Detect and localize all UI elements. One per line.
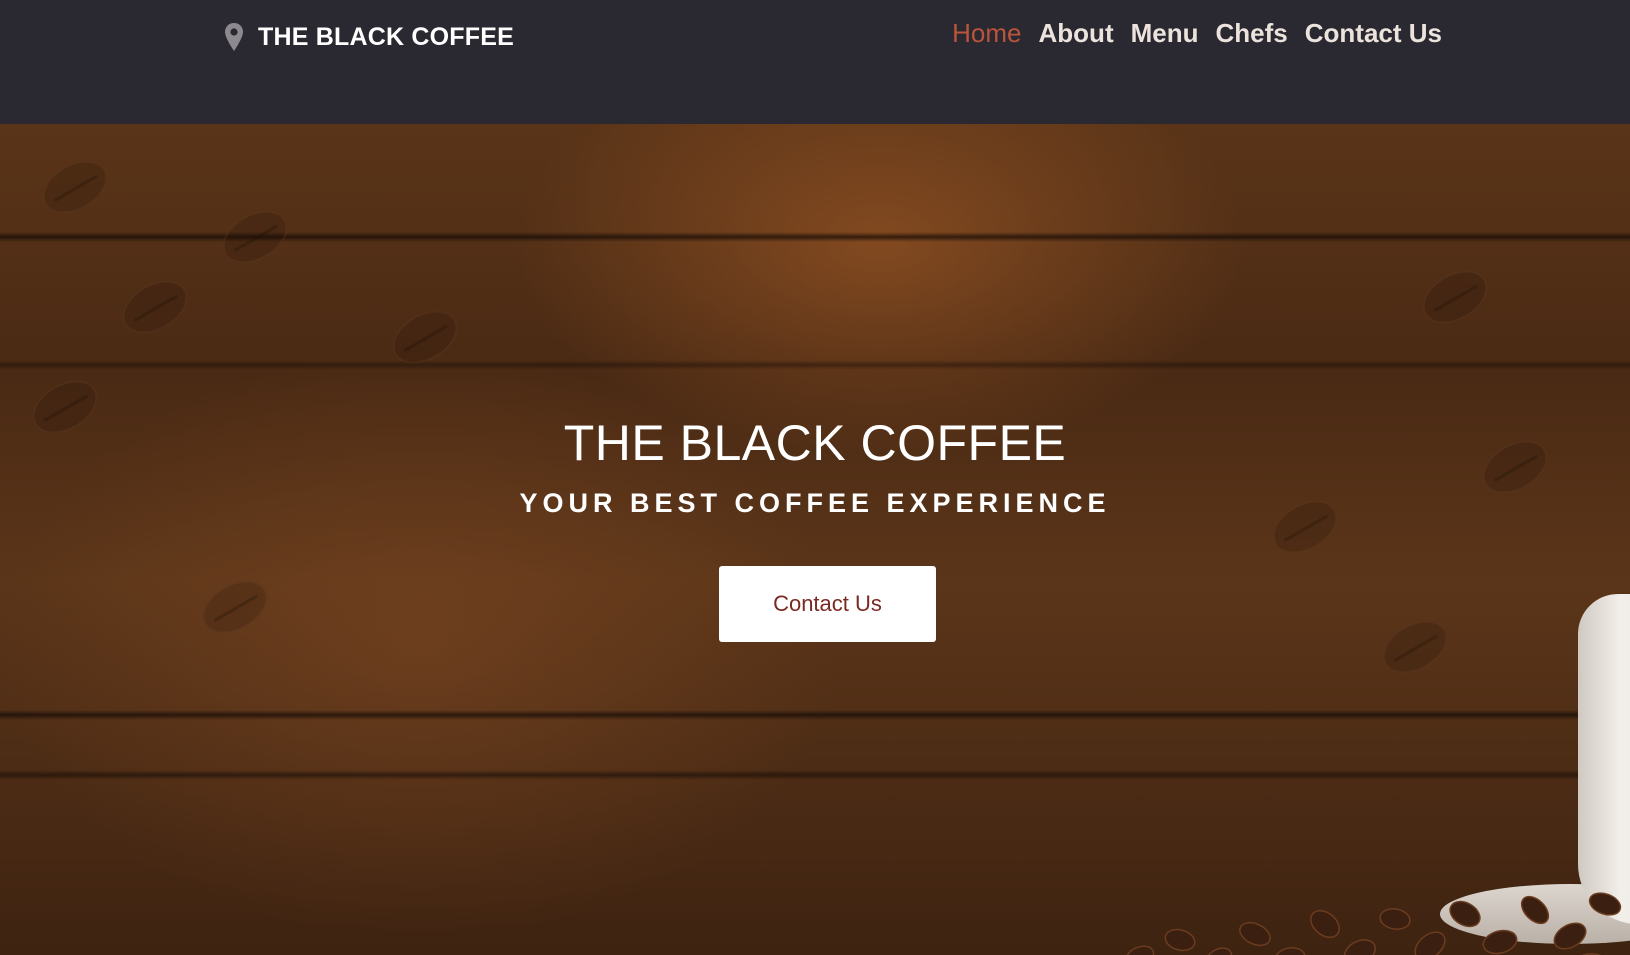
page: THE BLACK COFFEE Home About Menu Chefs C… (0, 0, 1630, 955)
hero-section: THE BLACK COFFEE YOUR BEST COFFEE EXPERI… (0, 124, 1630, 955)
nav-link-home[interactable]: Home (952, 18, 1021, 49)
contact-us-button[interactable]: Contact Us (719, 566, 936, 642)
top-navbar: THE BLACK COFFEE Home About Menu Chefs C… (0, 0, 1630, 124)
wood-plank-seam (0, 360, 1630, 370)
coffee-bean-decoration (213, 199, 297, 275)
wood-plank-seam (0, 770, 1630, 780)
brand-link[interactable]: THE BLACK COFFEE (224, 22, 514, 52)
coffee-bean-decoration (1413, 259, 1497, 335)
nav-link-menu[interactable]: Menu (1131, 18, 1199, 49)
coffee-bean-decoration (33, 149, 117, 225)
nav-link-about[interactable]: About (1039, 18, 1114, 49)
coffee-bean-decoration (1373, 609, 1457, 685)
coffee-bean-decoration (113, 269, 197, 345)
coffee-beans-pile-image (1125, 892, 1622, 955)
wood-plank-seam (0, 710, 1630, 720)
main-nav: Home About Menu Chefs Contact Us (952, 18, 1442, 49)
hero-title: THE BLACK COFFEE (563, 415, 1067, 471)
coffee-bean-decoration (193, 569, 277, 645)
nav-link-contact-us[interactable]: Contact Us (1305, 18, 1442, 49)
hero-subtitle: YOUR BEST COFFEE EXPERIENCE (519, 488, 1111, 518)
brand-name: THE BLACK COFFEE (258, 22, 514, 51)
nav-link-chefs[interactable]: Chefs (1216, 18, 1288, 49)
map-pin-icon (225, 23, 243, 51)
